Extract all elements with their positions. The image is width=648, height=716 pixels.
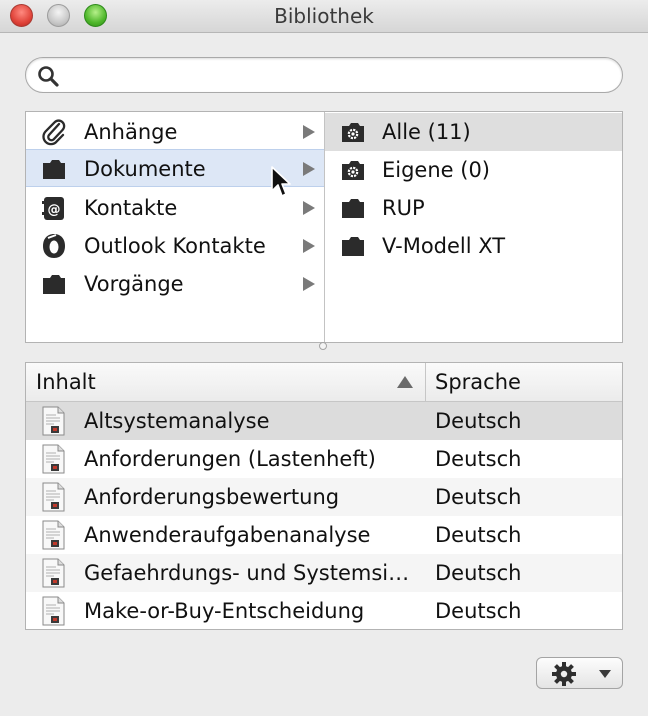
category-item-anhaenge[interactable]: Anhänge	[26, 113, 324, 151]
document-name: Anwenderaufgabenanalyse	[84, 523, 371, 547]
folder-icon	[43, 160, 65, 179]
subcategory-item-eigene[interactable]: Eigene (0)	[325, 151, 622, 189]
title-bar: Bibliothek	[0, 0, 648, 33]
chevron-right-icon	[303, 125, 315, 139]
folder-icon	[342, 199, 364, 218]
document-icon	[42, 596, 65, 626]
category-label: Anhänge	[84, 120, 178, 144]
svg-text:@: @	[48, 203, 61, 218]
chevron-right-icon	[303, 201, 315, 215]
paperclip-icon	[42, 119, 66, 146]
document-icon	[42, 482, 65, 512]
document-language: Deutsch	[435, 409, 522, 433]
search-input[interactable]	[68, 62, 612, 90]
document-name: Gefaehrdungs- und Systemsi…	[84, 561, 410, 585]
search-icon	[38, 66, 59, 87]
mouse-pointer-icon	[271, 166, 291, 197]
chevron-right-icon	[303, 277, 315, 291]
subcategory-column: Alle (11) Eigene (0) RUP V-Modell XT	[325, 112, 622, 342]
document-icon	[42, 444, 65, 474]
subcategory-item-alle[interactable]: Alle (11)	[325, 113, 622, 151]
address-book-icon: @	[42, 197, 64, 220]
folder-icon	[43, 275, 65, 294]
category-label: Outlook Kontakte	[84, 234, 266, 258]
chevron-right-icon	[303, 239, 315, 253]
category-item-outlook-kontakte[interactable]: Outlook Kontakte	[26, 227, 324, 265]
table-row[interactable]: Anwenderaufgabenanalyse Deutsch	[26, 516, 622, 554]
category-label: Vorgänge	[84, 272, 184, 296]
search-field[interactable]	[25, 57, 623, 93]
document-name: Anforderungsbewertung	[84, 485, 340, 509]
category-column: Anhänge Dokumente @ Kontakte Outlook Kon…	[26, 112, 325, 342]
document-language: Deutsch	[435, 599, 522, 623]
column-divider[interactable]	[425, 363, 426, 401]
table-header: Inhalt Sprache	[26, 363, 622, 402]
category-label: Kontakte	[84, 196, 178, 220]
table-row[interactable]: Gefaehrdungs- und Systemsi… Deutsch	[26, 554, 622, 592]
subcategory-label: RUP	[382, 196, 425, 220]
document-table: Inhalt Sprache Altsystemanalyse Deutsch	[25, 362, 623, 630]
chevron-right-icon	[303, 162, 315, 176]
table-row[interactable]: Anforderungen (Lastenheft) Deutsch	[26, 440, 622, 478]
smart-folder-icon	[342, 123, 364, 142]
window-title: Bibliothek	[274, 4, 374, 28]
document-language: Deutsch	[435, 523, 522, 547]
table-row[interactable]: Make-or-Buy-Entscheidung Deutsch	[26, 592, 622, 630]
subcategory-label: V-Modell XT	[382, 234, 506, 258]
column-header-inhalt[interactable]: Inhalt	[36, 363, 96, 401]
table-row[interactable]: Altsystemanalyse Deutsch	[26, 402, 622, 440]
category-item-vorgaenge[interactable]: Vorgänge	[26, 265, 324, 303]
smart-folder-icon	[342, 161, 364, 180]
library-window: Bibliothek Anhänge Dokumente @ Kontakte …	[0, 0, 648, 716]
subcategory-item-rup[interactable]: RUP	[325, 189, 622, 227]
document-name: Altsystemanalyse	[84, 409, 270, 433]
category-label: Dokumente	[84, 157, 206, 181]
category-browser: Anhänge Dokumente @ Kontakte Outlook Kon…	[25, 111, 623, 343]
document-language: Deutsch	[435, 485, 522, 509]
action-menu-button[interactable]	[536, 657, 623, 689]
outlook-icon	[43, 234, 65, 258]
document-language: Deutsch	[435, 561, 522, 585]
gear-icon	[552, 662, 576, 686]
document-name: Anforderungen (Lastenheft)	[84, 447, 376, 471]
document-icon	[42, 520, 65, 550]
document-icon	[42, 406, 65, 436]
subcategory-label: Eigene (0)	[382, 158, 491, 182]
document-name: Make-or-Buy-Entscheidung	[84, 599, 365, 623]
sort-ascending-icon[interactable]	[396, 375, 414, 389]
split-view-handle[interactable]	[319, 342, 327, 350]
column-header-sprache[interactable]: Sprache	[435, 363, 521, 401]
document-icon	[42, 558, 65, 588]
folder-icon	[342, 237, 364, 256]
chevron-down-icon	[599, 670, 611, 678]
document-language: Deutsch	[435, 447, 522, 471]
subcategory-label: Alle (11)	[382, 120, 471, 144]
table-row[interactable]: Anforderungsbewertung Deutsch	[26, 478, 622, 516]
subcategory-item-v-modell-xt[interactable]: V-Modell XT	[325, 227, 622, 265]
